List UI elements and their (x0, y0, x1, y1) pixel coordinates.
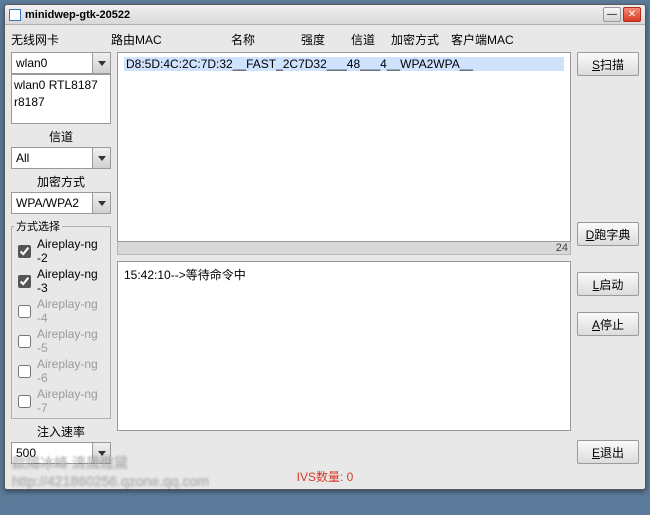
wlan-adapter-value: wlan0 (16, 56, 47, 70)
channel-label: 信道 (11, 128, 111, 145)
injrate-value: 500 (16, 446, 36, 460)
column-headers: 无线网卡 路由MAC 名称 强度 信道 加密方式 客户端MAC (11, 31, 639, 48)
close-button[interactable]: ✕ (623, 7, 641, 22)
header-name: 名称 (231, 31, 301, 48)
method-checkbox[interactable] (18, 395, 31, 408)
method-option[interactable]: Aireplay-ng -2 (14, 236, 108, 266)
exit-button[interactable]: E退出 (577, 440, 639, 464)
scan-scroll-count: 24 (117, 242, 571, 255)
method-checkbox[interactable] (18, 275, 31, 288)
method-option[interactable]: Aireplay-ng -4 (14, 296, 108, 326)
log-line: 15:42:10-->等待命令中 (124, 266, 564, 283)
method-label: Aireplay-ng -4 (37, 297, 108, 325)
encmode-value: WPA/WPA2 (16, 196, 79, 210)
app-icon (9, 9, 21, 21)
log-panel[interactable]: 15:42:10-->等待命令中 (117, 261, 571, 431)
method-label: Aireplay-ng -6 (37, 357, 108, 385)
methods-group: 方式选择 Aireplay-ng -2Aireplay-ng -3Airepla… (11, 218, 111, 419)
method-label: Aireplay-ng -2 (37, 237, 108, 265)
header-clientmac: 客户端MAC (451, 31, 541, 48)
titlebar[interactable]: minidwep-gtk-20522 — ✕ (5, 5, 645, 25)
method-checkbox[interactable] (18, 305, 31, 318)
scan-button[interactable]: S扫描 (577, 52, 639, 76)
method-label: Aireplay-ng -3 (37, 267, 108, 295)
dict-button[interactable]: D跑字典 (577, 222, 639, 246)
method-option[interactable]: Aireplay-ng -6 (14, 356, 108, 386)
channel-value: All (16, 151, 29, 165)
dropdown-arrow-icon[interactable] (92, 443, 110, 463)
channel-select[interactable]: All (11, 147, 111, 169)
encmode-label: 加密方式 (11, 173, 111, 190)
wlan-adapter-detail[interactable]: wlan0 RTL8187 r8187 (11, 74, 111, 124)
method-option[interactable]: Aireplay-ng -7 (14, 386, 108, 416)
stop-button[interactable]: A停止 (577, 312, 639, 336)
method-checkbox[interactable] (18, 335, 31, 348)
method-label: Aireplay-ng -5 (37, 327, 108, 355)
title-text: minidwep-gtk-20522 (25, 9, 601, 21)
method-option[interactable]: Aireplay-ng -3 (14, 266, 108, 296)
method-option[interactable]: Aireplay-ng -5 (14, 326, 108, 356)
methods-legend: 方式选择 (14, 218, 62, 234)
scan-result-row[interactable]: D8:5D:4C:2C:7D:32__FAST_2C7D32___48___4_… (124, 57, 564, 71)
minimize-button[interactable]: — (603, 7, 621, 22)
ivs-counter: IVS数量: 0 (11, 468, 639, 485)
header-strength: 强度 (301, 31, 351, 48)
header-routermac: 路由MAC (111, 31, 231, 48)
injrate-select[interactable]: 500 (11, 442, 111, 464)
injrate-label: 注入速率 (11, 423, 111, 440)
app-window: minidwep-gtk-20522 — ✕ 无线网卡 路由MAC 名称 强度 … (4, 4, 646, 490)
scan-results-list[interactable]: D8:5D:4C:2C:7D:32__FAST_2C7D32___48___4_… (117, 52, 571, 242)
method-label: Aireplay-ng -7 (37, 387, 108, 415)
dropdown-arrow-icon[interactable] (92, 193, 110, 213)
header-wlancard: 无线网卡 (11, 31, 111, 48)
dropdown-arrow-icon[interactable] (92, 148, 110, 168)
start-button[interactable]: L启动 (577, 272, 639, 296)
dropdown-arrow-icon[interactable] (92, 53, 110, 73)
method-checkbox[interactable] (18, 245, 31, 258)
method-checkbox[interactable] (18, 365, 31, 378)
header-enc: 加密方式 (391, 31, 451, 48)
header-channel: 信道 (351, 31, 391, 48)
wlan-adapter-select[interactable]: wlan0 (11, 52, 111, 74)
encmode-select[interactable]: WPA/WPA2 (11, 192, 111, 214)
